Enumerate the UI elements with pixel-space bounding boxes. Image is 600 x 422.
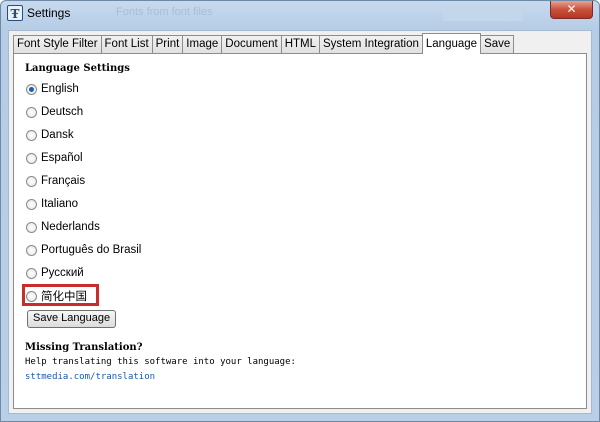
language-option-label: English <box>41 83 79 95</box>
tab-document[interactable]: Document <box>222 35 282 53</box>
app-icon: Ŧ <box>7 5 23 21</box>
language-option-label: Dansk <box>41 129 74 141</box>
language-option-portugues-brasil[interactable]: Português do Brasil <box>26 242 141 258</box>
tab-font-list[interactable]: Font List <box>101 35 153 53</box>
language-option-label: Nederlands <box>41 221 100 233</box>
tab-language[interactable]: Language <box>421 33 482 54</box>
language-option-english[interactable]: English <box>26 81 79 97</box>
language-option-nederlands[interactable]: Nederlands <box>26 219 100 235</box>
highlight-box <box>22 284 99 306</box>
radio-button[interactable] <box>26 129 37 141</box>
language-option-label: Deutsch <box>41 106 84 118</box>
radio-button[interactable] <box>26 152 37 164</box>
language-option-russian[interactable]: Русский <box>26 265 84 281</box>
language-option-label: Français <box>41 175 86 187</box>
window-title: Settings <box>27 6 71 20</box>
settings-window: Ŧ Settings Fonts from font files ✕ Font … <box>0 0 600 422</box>
tab-save[interactable]: Save <box>481 35 515 53</box>
save-language-button[interactable]: Save Language <box>27 310 117 328</box>
close-button[interactable]: ✕ <box>550 1 593 19</box>
radio-button[interactable] <box>26 221 37 233</box>
tab-html[interactable]: HTML <box>281 35 320 53</box>
radio-button[interactable] <box>26 83 37 95</box>
tab-print[interactable]: Print <box>152 35 184 53</box>
language-tab-panel: Language Settings English Deutsch Dansk … <box>13 53 587 409</box>
radio-button[interactable] <box>26 244 37 256</box>
background-window-region <box>443 5 523 21</box>
tab-system-integration[interactable]: System Integration <box>320 35 423 53</box>
help-translating-text: Help translating this software into your… <box>25 357 296 367</box>
tab-image[interactable]: Image <box>183 35 223 53</box>
translation-link[interactable]: sttmedia.com/translation <box>25 372 155 382</box>
radio-button[interactable] <box>26 198 37 210</box>
tab-strip: Font Style Filter Font List Print Image … <box>13 33 515 54</box>
language-option-deutsch[interactable]: Deutsch <box>26 104 83 120</box>
language-option-label: Italiano <box>41 198 79 210</box>
language-option-italiano[interactable]: Italiano <box>26 196 78 212</box>
radio-button[interactable] <box>26 175 37 187</box>
radio-button[interactable] <box>26 106 37 118</box>
missing-translation-heading: Missing Translation? <box>25 342 143 353</box>
background-window-title: Fonts from font files <box>116 6 213 18</box>
title-bar[interactable]: Ŧ Settings Fonts from font files ✕ <box>1 1 599 25</box>
dialog-client-area: Font Style Filter Font List Print Image … <box>8 30 592 414</box>
language-option-label: Português do Brasil <box>41 244 142 256</box>
radio-button[interactable] <box>26 267 37 279</box>
language-settings-heading: Language Settings <box>25 63 130 74</box>
language-option-francais[interactable]: Français <box>26 173 85 189</box>
language-option-label: Español <box>41 152 83 164</box>
language-option-espanol[interactable]: Español <box>26 150 83 166</box>
tab-font-style-filter[interactable]: Font Style Filter <box>13 35 102 53</box>
language-option-dansk[interactable]: Dansk <box>26 127 74 143</box>
language-option-label: Русский <box>41 267 84 279</box>
